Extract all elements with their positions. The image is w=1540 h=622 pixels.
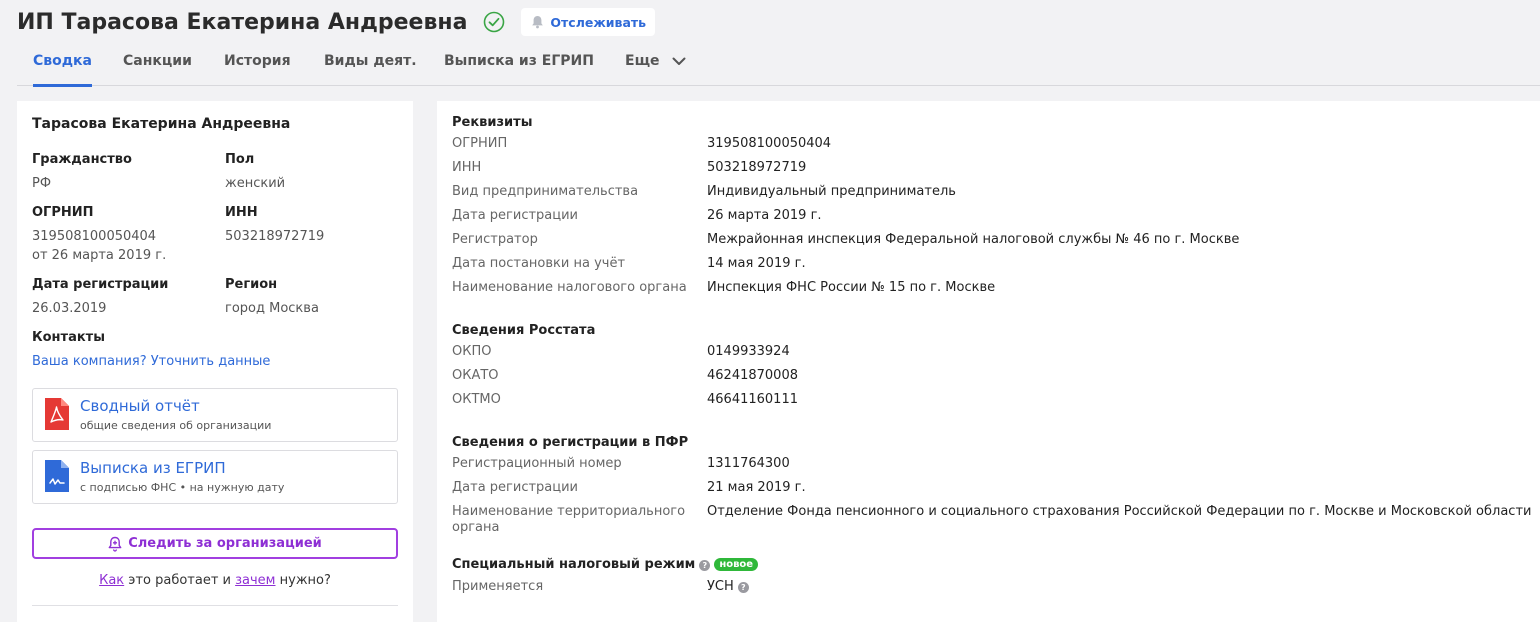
divider [32,605,398,606]
summary-report-subtitle: общие сведения об организации [80,419,272,432]
tab-activities[interactable]: Виды деят. [324,46,417,86]
tab-history[interactable]: История [224,46,291,86]
tax-regime-value-text: УСН [707,579,734,594]
track-button-label: Отслеживать [550,14,647,30]
tab-summary[interactable]: Сводка [33,46,93,87]
follow-organization-button[interactable]: Следить за организацией [32,528,398,559]
tab-label: Еще [625,53,660,69]
region-label: Регион [225,277,278,292]
track-button[interactable]: Отслеживать [521,8,656,36]
sex-value: женский [225,176,286,191]
help-icon[interactable]: ? [699,560,711,571]
rosstat-label: ОКПО [452,344,492,359]
ogrnip-date: от 26 марта 2019 г. [32,248,167,263]
why-link[interactable]: зачем [235,573,275,588]
clarify-data-link[interactable]: Ваша компания? Уточнить данные [32,354,270,369]
citizenship-value: РФ [32,176,52,191]
pdf-file-icon [45,398,69,430]
egrip-extract-title: Выписка из ЕГРИП [80,459,226,477]
verified-check-icon [484,11,505,33]
pfr-value: 1311764300 [707,456,790,471]
tab-label: Сводка [33,53,93,69]
tab-label: Санкции [123,53,192,69]
requisite-value: 503218972719 [707,160,807,175]
pfr-title: Сведения о регистрации в ПФР [452,435,689,450]
reg-date-value: 26.03.2019 [32,301,107,316]
page-title: ИП Тарасова Екатерина Андреевна [17,9,468,35]
person-name: Тарасова Екатерина Андреевна [32,116,291,132]
bell-plus-icon [108,536,122,552]
requisite-label: ОГРНИП [452,136,508,151]
summary-report-title: Сводный отчёт [80,397,200,415]
how-it-works-text-part: нужно? [275,573,331,588]
signed-document-icon [45,460,69,492]
reg-date-label: Дата регистрации [32,277,169,292]
citizenship-label: Гражданство [32,152,132,167]
requisite-value: Межрайонная инспекция Федеральной налого… [707,232,1240,247]
tab-more[interactable]: Еще [625,46,686,86]
tax-regime-label: Применяется [452,579,544,594]
how-it-works-text-part: это работает и [124,573,236,588]
bell-icon [532,16,544,29]
requisite-label: Регистратор [452,232,538,247]
egrip-extract-subtitle: с подписью ФНС • на нужную дату [80,481,285,494]
egrip-extract-card[interactable]: Выписка из ЕГРИП с подписью ФНС • на нуж… [32,450,398,504]
chevron-down-icon [672,57,686,65]
tab-egrip-extract[interactable]: Выписка из ЕГРИП [444,46,594,86]
pfr-label: Наименование территориального [452,504,686,519]
tax-regime-value: УСН? [707,579,749,594]
tax-regime-title: Специальный налоговый режим? новое [452,557,759,572]
sex-label: Пол [225,152,255,167]
requisite-label: Наименование налогового органа [452,280,687,295]
rosstat-label: ОКТМО [452,392,501,407]
requisite-value: Инспекция ФНС России № 15 по г. Москве [707,280,996,295]
requisite-value: Индивидуальный предприниматель [707,184,956,199]
ogrnip-value: 319508100050404 [32,229,157,244]
rosstat-value: 0149933924 [707,344,790,359]
contacts-label: Контакты [32,330,105,345]
tab-bar: Сводка Санкции История Виды деят. Выписк… [17,46,1540,87]
requisite-label: Дата постановки на учёт [452,256,626,271]
how-link[interactable]: Как [99,573,124,588]
summary-report-card[interactable]: Сводный отчёт общие сведения об организа… [32,388,398,442]
requisite-label: Дата регистрации [452,208,579,223]
requisite-label: Вид предпринимательства [452,184,639,199]
region-value: город Москва [225,301,319,316]
pfr-value: 21 мая 2019 г. [707,480,806,495]
tab-label: Выписка из ЕГРИП [444,53,594,69]
requisite-label: ИНН [452,160,482,175]
ogrnip-label: ОГРНИП [32,205,94,220]
requisites-title: Реквизиты [452,115,533,130]
rosstat-value: 46241870008 [707,368,798,383]
tax-regime-title-text: Специальный налоговый режим [452,557,696,572]
pfr-label-continued: органа [452,520,500,535]
requisite-value: 319508100050404 [707,136,832,151]
inn-value: 503218972719 [225,229,325,244]
pfr-label: Дата регистрации [452,480,579,495]
tab-label: Виды деят. [324,53,417,69]
how-it-works-text: Как это работает и зачем нужно? [17,573,413,588]
rosstat-title: Сведения Росстата [452,323,596,338]
follow-organization-label: Следить за организацией [128,536,322,551]
rosstat-value: 46641160111 [707,392,798,407]
requisite-value: 26 марта 2019 г. [707,208,822,223]
help-icon[interactable]: ? [737,582,749,593]
page-header: ИП Тарасова Екатерина Андреевна Отслежив… [17,6,656,38]
rosstat-label: ОКАТО [452,368,499,383]
details-card: Реквизиты ОГРНИП 319508100050404 ИНН 503… [437,101,1540,622]
tab-label: История [224,53,291,69]
person-card: Тарасова Екатерина Андреевна Гражданство… [17,101,413,622]
pfr-label: Регистрационный номер [452,456,622,471]
requisite-value: 14 мая 2019 г. [707,256,806,271]
new-badge: новое [714,558,759,571]
tab-sanctions[interactable]: Санкции [123,46,192,86]
inn-label: ИНН [225,205,258,220]
pfr-value: Отделение Фонда пенсионного и социальног… [707,504,1532,519]
